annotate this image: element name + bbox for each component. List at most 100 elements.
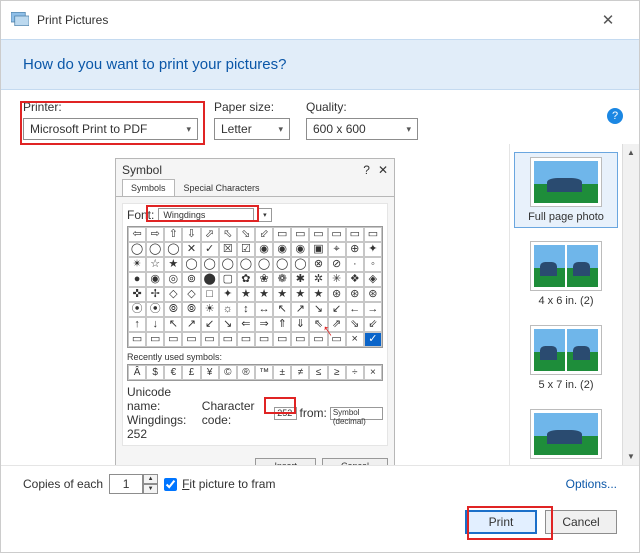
scroll-up-icon[interactable]: ▲ — [623, 144, 639, 161]
symbol-cell: ▢ — [219, 272, 237, 287]
recent-label: Recently used symbols: — [127, 352, 383, 362]
from-field: Symbol (decimal) — [330, 407, 383, 420]
symbol-cell: ☼ — [219, 302, 237, 317]
symbol-cell: · — [346, 257, 364, 272]
unicode-label: Unicode name: — [127, 385, 198, 413]
symbol-cell: ▭ — [219, 332, 237, 347]
options-link[interactable]: Options... — [566, 477, 617, 491]
printer-label: Printer: — [23, 100, 198, 114]
symbol-cell: ↙ — [201, 317, 219, 332]
symbol-grid: ⇦⇨⇧⇩⬀⬁⬂⬃▭▭▭▭▭▭◯◯◯✕✓☒☑◉◉◉▣⌖⊕✦✴☆★◯◯◯◯◯◯◯⊗⊘… — [127, 226, 383, 348]
help-button[interactable]: ? — [607, 108, 623, 124]
symbol-cell: ◦ — [364, 257, 382, 272]
symbol-cell: ✢ — [146, 287, 164, 302]
print-button[interactable]: Print — [465, 510, 537, 534]
symbol-cell: ◉ — [273, 242, 291, 257]
symbol-cell: ▣ — [309, 242, 327, 257]
symbol-cell: ☆ — [146, 257, 164, 272]
symbol-cell: ⇘ — [346, 317, 364, 332]
symbol-cell: ◯ — [273, 257, 291, 272]
symbol-cell: ⇦ — [128, 227, 146, 242]
symbol-cell: ▭ — [201, 332, 219, 347]
close-button[interactable]: ✕ — [587, 11, 629, 29]
recent-cell: © — [219, 365, 237, 380]
symbol-cell: ★ — [255, 287, 273, 302]
symbol-cell: ● — [128, 272, 146, 287]
dialog-title: Print Pictures — [37, 13, 108, 27]
recent-cell: $ — [146, 365, 164, 380]
symbol-cell: ⇒ — [255, 317, 273, 332]
symbol-cell: ▭ — [309, 227, 327, 242]
symbol-cell: ✲ — [309, 272, 327, 287]
symbol-cell: ⊗ — [309, 257, 327, 272]
recent-cell: ¥ — [201, 365, 219, 380]
symbol-cell: ★ — [237, 287, 255, 302]
symbol-cell: ✳ — [328, 272, 346, 287]
footer-buttons: Print Cancel — [1, 502, 639, 552]
layout-label: 4 x 6 in. (2) — [538, 295, 593, 307]
pictures-icon — [11, 12, 29, 29]
symbol-cell: ✦ — [364, 242, 382, 257]
copies-input[interactable] — [109, 474, 143, 494]
symbol-cell: □ — [201, 287, 219, 302]
symbol-cell: ⊚ — [182, 272, 200, 287]
symbol-cell: ⊛ — [364, 287, 382, 302]
symbol-cell: → — [364, 302, 382, 317]
step-up-icon[interactable]: ▲ — [143, 474, 158, 484]
tab-special: Special Characters — [175, 179, 269, 196]
layout-preset[interactable]: 5 x 7 in. (2) — [514, 320, 618, 396]
symbol-cell: ↕ — [237, 302, 255, 317]
symbol-cell: ◈ — [364, 272, 382, 287]
fit-checkbox-input[interactable] — [164, 478, 177, 491]
chevron-down-icon: ▾ — [406, 124, 411, 135]
scrollbar[interactable]: ▲ ▼ — [622, 144, 639, 465]
symbol-cell: ✓ — [364, 332, 382, 347]
symbol-cell: ▭ — [364, 227, 382, 242]
symbol-cell: ⇙ — [364, 317, 382, 332]
symbol-cell: ▭ — [146, 332, 164, 347]
copies-stepper[interactable]: ▲▼ — [109, 474, 158, 494]
symbol-cell: ⦾ — [182, 302, 200, 317]
symbol-cell: ◇ — [164, 287, 182, 302]
recent-cell: ® — [237, 365, 255, 380]
layout-preset[interactable]: 4 x 6 in. (2) — [514, 236, 618, 312]
symbol-cell: ☑ — [237, 242, 255, 257]
symbol-cell: ✜ — [128, 287, 146, 302]
symbol-cell: ★ — [309, 287, 327, 302]
symbol-cell: ◯ — [182, 257, 200, 272]
paper-select[interactable]: Letter ▾ — [214, 118, 290, 140]
symbol-cell: ⇩ — [182, 227, 200, 242]
symbol-cell: ⬁ — [219, 227, 237, 242]
symbol-help-icon: ? — [363, 163, 370, 177]
step-down-icon[interactable]: ▼ — [143, 484, 158, 494]
symbol-cell: ⌖ — [328, 242, 346, 257]
recent-cell: Â — [128, 365, 146, 380]
symbol-cell: ↑ — [128, 317, 146, 332]
symbol-cell: ← — [346, 302, 364, 317]
layout-preset[interactable]: Full page photo — [514, 152, 618, 228]
recent-cell: € — [164, 365, 182, 380]
scroll-down-icon[interactable]: ▼ — [623, 448, 639, 465]
symbol-cell: ⬂ — [237, 227, 255, 242]
layout-label: 5 x 7 in. (2) — [538, 379, 593, 391]
fit-checkbox[interactable]: FFit picture to framit picture to fram — [164, 477, 275, 491]
print-pictures-dialog: Print Pictures ✕ How do you want to prin… — [0, 0, 640, 553]
cancel-button[interactable]: Cancel — [545, 510, 617, 534]
banner: How do you want to print your pictures? — [1, 39, 639, 90]
symbol-cell: ✱ — [291, 272, 309, 287]
recent-cell: ≤ — [309, 365, 327, 380]
recent-cell: £ — [182, 365, 200, 380]
recent-cell: × — [364, 365, 382, 380]
printer-select[interactable]: Microsoft Print to PDF ▾ — [23, 118, 198, 140]
symbol-cell: ◯ — [291, 257, 309, 272]
symbol-title: Symbol — [122, 163, 162, 177]
symbol-cell: ⇑ — [273, 317, 291, 332]
symbol-cell: ↔ — [255, 302, 273, 317]
symbol-cell: ↘ — [219, 317, 237, 332]
quality-select[interactable]: 600 x 600 ▾ — [306, 118, 418, 140]
symbol-cell: × — [346, 332, 364, 347]
symbol-dialog-preview: Symbol ?✕ Symbols Special Characters Fon… — [115, 158, 395, 466]
symbol-cell: ▭ — [255, 332, 273, 347]
symbol-cell: ⊛ — [346, 287, 364, 302]
layout-preset[interactable] — [514, 404, 618, 465]
